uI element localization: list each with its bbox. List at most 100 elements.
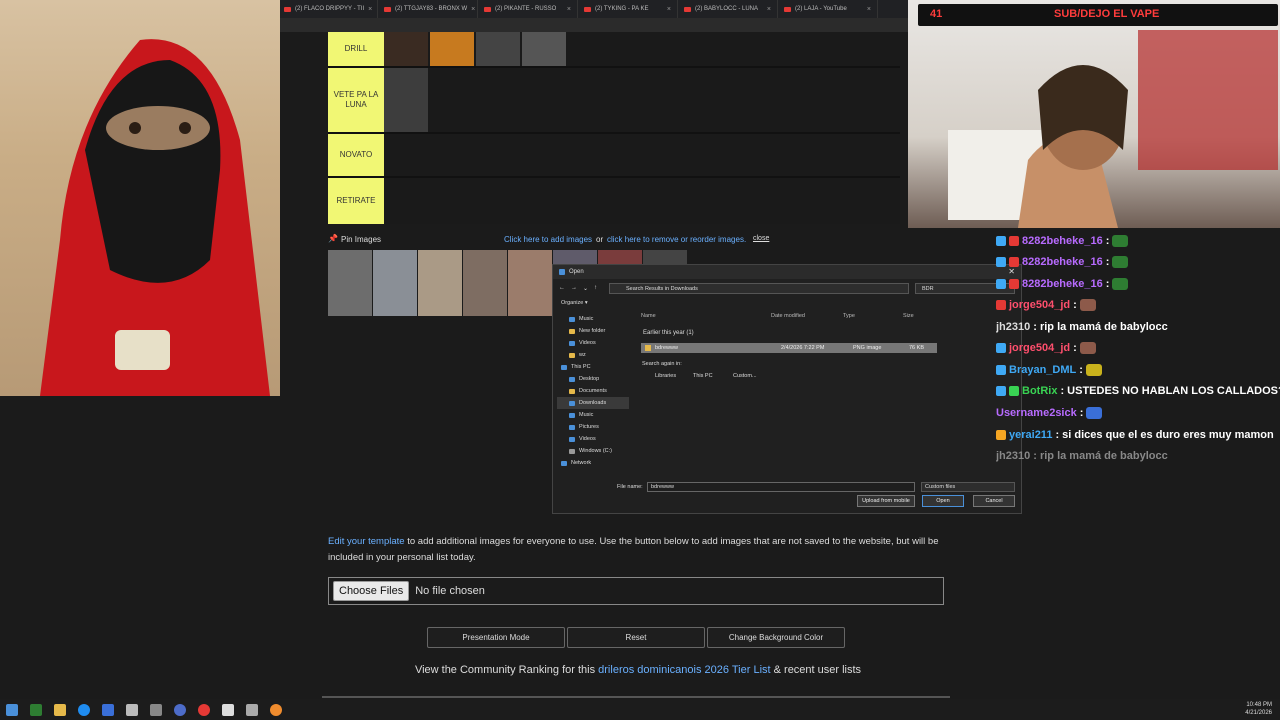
sidebar-item[interactable]: Videos — [557, 337, 629, 349]
drive-icon — [569, 448, 575, 454]
column-header-name[interactable]: Name — [641, 313, 656, 319]
folder-icon[interactable] — [54, 703, 66, 716]
search-target-libraries[interactable]: Libraries — [655, 373, 676, 379]
browser-tab[interactable]: (2) TTGJAY83 - BRONX W × — [378, 0, 478, 18]
taskbar-clock[interactable]: 10:48 PM 4/21/2026 — [1245, 701, 1272, 717]
tier-image[interactable] — [430, 32, 474, 66]
edit-template-link[interactable]: Edit your template — [328, 536, 405, 547]
tier-label[interactable]: RETIRATE — [328, 178, 384, 224]
tier-image[interactable] — [384, 32, 428, 66]
pool-image[interactable] — [418, 250, 462, 316]
app-icon[interactable] — [222, 703, 234, 716]
browser-tab[interactable]: (2) TYKING - PA KE × — [578, 0, 678, 18]
sidebar-item[interactable]: Documents — [557, 385, 629, 397]
chat-username[interactable]: Brayan_DML — [1009, 364, 1076, 376]
sidebar-item[interactable]: Pictures — [557, 421, 629, 433]
chat-username[interactable]: jh2310 — [996, 321, 1030, 333]
address-bar[interactable] — [278, 18, 908, 32]
chat-username[interactable]: 8282beheke_16 — [1022, 256, 1103, 268]
column-header-type[interactable]: Type — [843, 313, 855, 319]
change-background-button[interactable]: Change Background Color — [707, 627, 845, 648]
tier-items — [384, 178, 900, 224]
tier-image[interactable] — [476, 32, 520, 66]
browser-tab[interactable]: (2) LAJA - YouTube × — [778, 0, 878, 18]
app-icon[interactable] — [198, 703, 210, 716]
pool-image[interactable] — [463, 250, 507, 316]
close-icon[interactable]: × — [368, 6, 372, 13]
sidebar-item[interactable]: Videos — [557, 433, 629, 445]
close-icon[interactable]: × — [471, 6, 475, 13]
sidebar-item[interactable]: New folder — [557, 325, 629, 337]
presentation-mode-button[interactable]: Presentation Mode — [427, 627, 565, 648]
up-arrow-icon[interactable]: ↑ — [594, 285, 597, 291]
app-icon[interactable] — [150, 703, 162, 716]
sidebar-item-label: Music — [579, 412, 594, 418]
sidebar-item-label: Network — [571, 460, 592, 466]
file-row[interactable]: bdrewww 2/4/2026 7:22 PM PNG image 76 KB — [641, 343, 937, 353]
app-icon[interactable] — [126, 703, 138, 716]
tier-label[interactable]: VETE PA LA LUNA — [328, 68, 384, 132]
sidebar-item[interactable]: Music — [557, 409, 629, 421]
chat-username[interactable]: jh2310 — [996, 450, 1030, 462]
tier-label[interactable]: DRILL — [328, 32, 384, 66]
chrome-icon[interactable] — [78, 703, 90, 716]
filename-input[interactable]: bdrewww — [647, 482, 915, 492]
group-header[interactable]: Earlier this year (1) — [643, 330, 694, 336]
badge-icon — [996, 430, 1006, 440]
choose-files-button[interactable]: Choose Files — [333, 581, 410, 601]
browser-tab[interactable]: (2) PIKANTE - RUSSO × — [478, 0, 578, 18]
open-button[interactable]: Open — [922, 495, 964, 507]
forward-arrow-icon[interactable]: → — [571, 285, 577, 291]
chat-username[interactable]: 8282beheke_16 — [1022, 278, 1103, 290]
back-arrow-icon[interactable]: ← — [559, 285, 565, 291]
chat-username[interactable]: 8282beheke_16 — [1022, 235, 1103, 247]
pool-image[interactable] — [373, 250, 417, 316]
remove-images-link[interactable]: click here to remove or reorder images. — [607, 235, 746, 244]
emote-icon — [1085, 364, 1102, 376]
browser-tab[interactable]: (2) FLACO DRIPPYY - TII × — [278, 0, 378, 18]
app-icon[interactable] — [270, 703, 282, 716]
dialog-path[interactable]: Search Results in Downloads — [609, 283, 909, 294]
close-link[interactable]: close — [753, 235, 769, 242]
pool-image[interactable] — [328, 250, 372, 316]
pin-images-label[interactable]: Pin Images — [341, 235, 381, 244]
sidebar-item[interactable]: This PC — [557, 361, 629, 373]
file-type-filter[interactable]: Custom files — [921, 482, 1015, 492]
add-images-link[interactable]: Click here to add images — [504, 235, 592, 244]
chat-username[interactable]: yerai211 — [1009, 429, 1052, 441]
tier-image[interactable] — [384, 68, 428, 132]
chat-username[interactable]: jorge504_jd — [1009, 299, 1070, 311]
chat-username[interactable]: Username2sick — [996, 407, 1077, 419]
cancel-button[interactable]: Cancel — [973, 495, 1015, 507]
column-header-date[interactable]: Date modified — [771, 313, 805, 319]
browser-tab[interactable]: (2) BABYLOCC - LUNA × — [678, 0, 778, 18]
sidebar-item[interactable]: Downloads — [557, 397, 629, 409]
sidebar-item[interactable]: Network — [557, 457, 629, 469]
close-icon[interactable]: × — [667, 6, 671, 13]
upload-from-mobile-button[interactable]: Upload from mobile — [857, 495, 915, 507]
reset-button[interactable]: Reset — [567, 627, 705, 648]
search-target-custom[interactable]: Custom... — [733, 373, 757, 379]
sidebar-item[interactable]: Music — [557, 313, 629, 325]
close-icon[interactable]: × — [767, 6, 771, 13]
pool-image[interactable] — [508, 250, 552, 316]
app-icon[interactable] — [102, 703, 114, 716]
chevron-down-icon[interactable]: ⌄ — [583, 285, 588, 292]
sidebar-item[interactable]: Windows (C:) — [557, 445, 629, 457]
app-icon[interactable] — [30, 703, 42, 716]
organize-button[interactable]: Organize ▾ — [561, 300, 588, 306]
search-target-this-pc[interactable]: This PC — [693, 373, 713, 379]
column-header-size[interactable]: Size — [903, 313, 914, 319]
start-icon[interactable] — [6, 703, 18, 716]
close-icon[interactable]: × — [567, 6, 571, 13]
sidebar-item[interactable]: wz — [557, 349, 629, 361]
chat-username[interactable]: BotRix — [1022, 385, 1057, 397]
sidebar-item[interactable]: Desktop — [557, 373, 629, 385]
chat-username[interactable]: jorge504_jd — [1009, 342, 1070, 354]
close-icon[interactable]: × — [867, 6, 871, 13]
community-tierlist-link[interactable]: drileros dominicanois 2026 Tier List — [598, 664, 770, 676]
tier-label[interactable]: NOVATO — [328, 134, 384, 176]
app-icon[interactable] — [246, 703, 258, 716]
app-icon[interactable] — [174, 703, 186, 716]
tier-image[interactable] — [522, 32, 566, 66]
